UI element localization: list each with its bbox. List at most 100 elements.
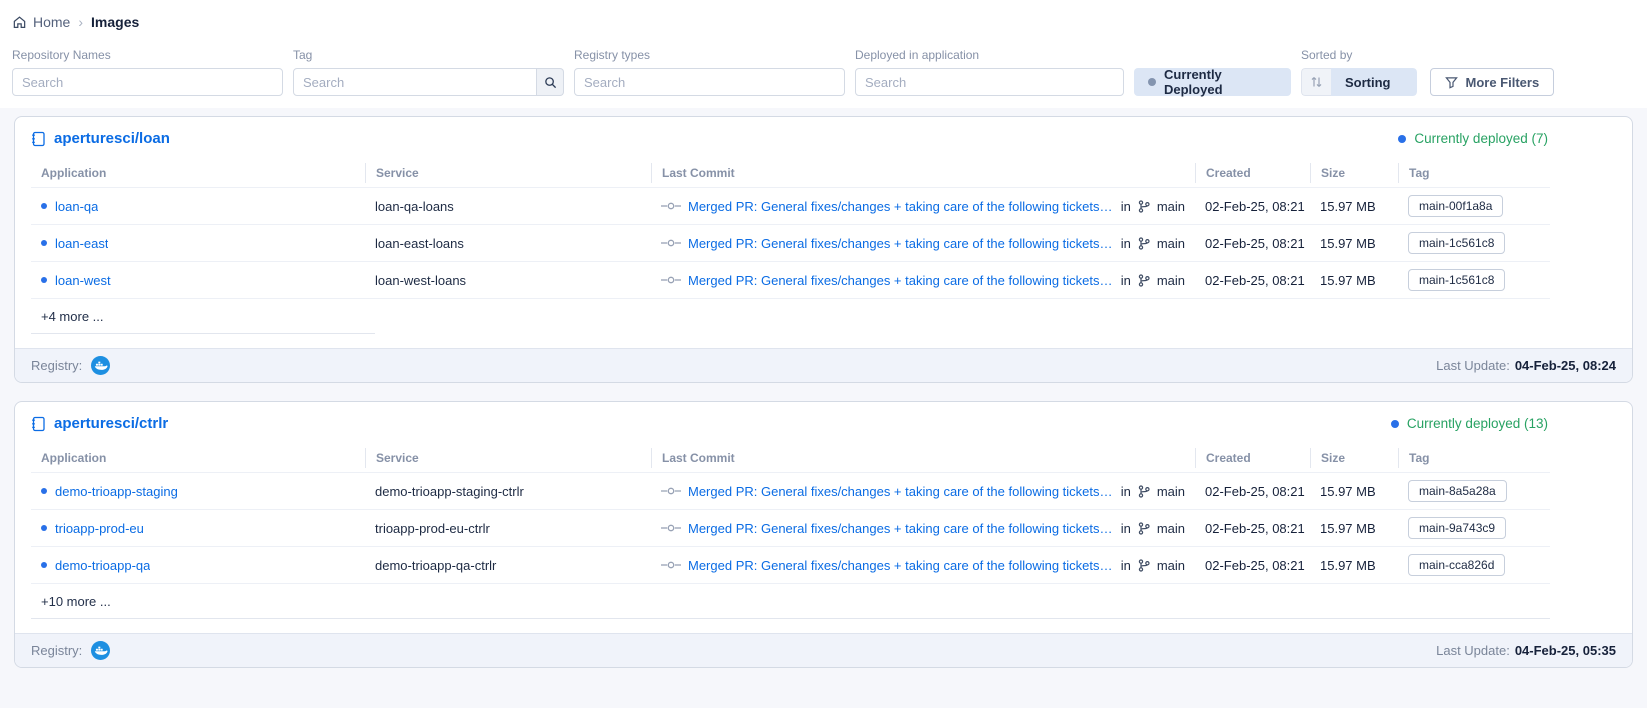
sorting-value[interactable]: Sorting: [1331, 68, 1417, 96]
commit-in-label: in: [1121, 236, 1131, 251]
card-footer: Registry: Last Update:: [15, 348, 1632, 382]
image-size: 15.97 MB: [1310, 558, 1398, 573]
image-tag-badge: main-00f1a8a: [1408, 195, 1503, 217]
last-update-value: 04-Feb-25, 05:35: [1515, 643, 1616, 658]
commit-message-link[interactable]: Merged PR: General fixes/changes + takin…: [688, 558, 1114, 573]
show-more-row: +4 more ...: [31, 298, 1550, 334]
table-row: demo-trioapp-staging demo-trioapp-stagin…: [31, 472, 1550, 509]
tag-search-button[interactable]: [537, 68, 564, 96]
commit-icon: [661, 561, 681, 569]
app-status-dot-icon: [41, 525, 47, 531]
repository-card: aperturesci/loan Currently deployed (7) …: [14, 116, 1633, 383]
repository-names-input[interactable]: [12, 68, 283, 96]
application-link[interactable]: loan-qa: [55, 199, 98, 214]
service-name: loan-east-loans: [375, 236, 464, 251]
filter-bar: Repository Names Tag Registry types: [12, 48, 1635, 96]
image-size: 15.97 MB: [1310, 199, 1398, 214]
app-status-dot-icon: [41, 277, 47, 283]
repository-name: aperturesci/ctrlr: [54, 415, 168, 432]
table-row: demo-trioapp-qa demo-trioapp-qa-ctrlr Me…: [31, 546, 1550, 583]
last-update-label: Last Update:: [1436, 358, 1510, 373]
registry-label: Registry:: [31, 643, 82, 658]
commit-message-link[interactable]: Merged PR: General fixes/changes + takin…: [688, 199, 1114, 214]
table-row: loan-qa loan-qa-loans Merged PR: General…: [31, 187, 1550, 224]
branch-icon: [1138, 274, 1150, 287]
app-status-dot-icon: [41, 488, 47, 494]
breadcrumb: Home › Images: [12, 14, 1635, 30]
registry-label: Registry:: [31, 358, 82, 373]
commit-message-link[interactable]: Merged PR: General fixes/changes + takin…: [688, 521, 1114, 536]
tag-label: Tag: [293, 48, 564, 62]
created-at: 02-Feb-25, 08:21: [1195, 521, 1310, 536]
image-tag-badge: main-9a743c9: [1408, 517, 1506, 539]
branch-name: main: [1157, 199, 1185, 214]
show-more-link[interactable]: +10 more ...: [31, 594, 121, 609]
service-name: trioapp-prod-eu-ctrlr: [375, 521, 490, 536]
created-at: 02-Feb-25, 08:21: [1195, 273, 1310, 288]
branch-name: main: [1157, 273, 1185, 288]
application-link[interactable]: trioapp-prod-eu: [55, 521, 144, 536]
more-filters-label: More Filters: [1466, 75, 1540, 90]
sorting-dropdown[interactable]: Sorting: [1301, 68, 1417, 96]
sorted-by-label: Sorted by: [1301, 48, 1417, 62]
commit-message-link[interactable]: Merged PR: General fixes/changes + takin…: [688, 273, 1114, 288]
deployed-dot-icon: [1398, 135, 1406, 143]
commit-in-label: in: [1121, 558, 1131, 573]
image-size: 15.97 MB: [1310, 484, 1398, 499]
branch-icon: [1138, 485, 1150, 498]
breadcrumb-home-label: Home: [33, 14, 70, 30]
created-at: 02-Feb-25, 08:21: [1195, 199, 1310, 214]
card-footer: Registry: Last Update:: [15, 633, 1632, 667]
repository-list: aperturesci/loan Currently deployed (7) …: [0, 108, 1647, 668]
table-header-tag: Tag: [1398, 163, 1550, 183]
more-filters-button[interactable]: More Filters: [1430, 68, 1555, 96]
registry-types-input[interactable]: [574, 68, 845, 96]
repository-title[interactable]: aperturesci/loan: [31, 130, 170, 147]
application-link[interactable]: demo-trioapp-qa: [55, 558, 150, 573]
tag-input[interactable]: [293, 68, 537, 96]
service-name: loan-qa-loans: [375, 199, 454, 214]
sort-arrows-icon[interactable]: [1301, 68, 1331, 96]
table-header-last-commit: Last Commit: [651, 448, 1195, 468]
table-header-application: Application: [31, 448, 365, 468]
branch-icon: [1138, 200, 1150, 213]
deployed-dot-icon: [1391, 420, 1399, 428]
branch-name: main: [1157, 484, 1185, 499]
repository-title[interactable]: aperturesci/ctrlr: [31, 415, 168, 432]
breadcrumb-home-link[interactable]: Home: [12, 14, 70, 30]
status-dot-icon: [1148, 78, 1156, 86]
currently-deployed-filter-chip[interactable]: Currently Deployed: [1134, 68, 1291, 96]
show-more-link[interactable]: +4 more ...: [31, 309, 114, 324]
commit-message-link[interactable]: Merged PR: General fixes/changes + takin…: [688, 484, 1114, 499]
table-row: trioapp-prod-eu trioapp-prod-eu-ctrlr Me…: [31, 509, 1550, 546]
images-table: Application Service Last Commit Created …: [15, 159, 1632, 348]
commit-message-link[interactable]: Merged PR: General fixes/changes + takin…: [688, 236, 1114, 251]
application-link[interactable]: demo-trioapp-staging: [55, 484, 178, 499]
deployed-in-application-input[interactable]: [855, 68, 1124, 96]
branch-name: main: [1157, 558, 1185, 573]
image-size: 15.97 MB: [1310, 521, 1398, 536]
table-header-application: Application: [31, 163, 365, 183]
table-header-tag: Tag: [1398, 448, 1550, 468]
application-link[interactable]: loan-east: [55, 236, 108, 251]
app-status-dot-icon: [41, 203, 47, 209]
deployed-status-text: Currently deployed (7): [1414, 131, 1548, 146]
branch-name: main: [1157, 521, 1185, 536]
repository-card: aperturesci/ctrlr Currently deployed (13…: [14, 401, 1633, 668]
branch-icon: [1138, 559, 1150, 572]
deployed-status-badge: Currently deployed (7): [1398, 131, 1616, 146]
created-at: 02-Feb-25, 08:21: [1195, 484, 1310, 499]
service-name: demo-trioapp-qa-ctrlr: [375, 558, 496, 573]
table-header-created: Created: [1195, 163, 1310, 183]
deployed-status-text: Currently deployed (13): [1407, 416, 1548, 431]
table-header-row: Application Service Last Commit Created …: [31, 159, 1550, 187]
created-at: 02-Feb-25, 08:21: [1195, 558, 1310, 573]
application-link[interactable]: loan-west: [55, 273, 111, 288]
table-row: loan-east loan-east-loans Merged PR: Gen…: [31, 224, 1550, 261]
table-header-row: Application Service Last Commit Created …: [31, 444, 1550, 472]
image-tag-badge: main-8a5a28a: [1408, 480, 1507, 502]
table-header-created: Created: [1195, 448, 1310, 468]
commit-icon: [661, 487, 681, 495]
deployed-status-badge: Currently deployed (13): [1391, 416, 1616, 431]
commit-in-label: in: [1121, 199, 1131, 214]
